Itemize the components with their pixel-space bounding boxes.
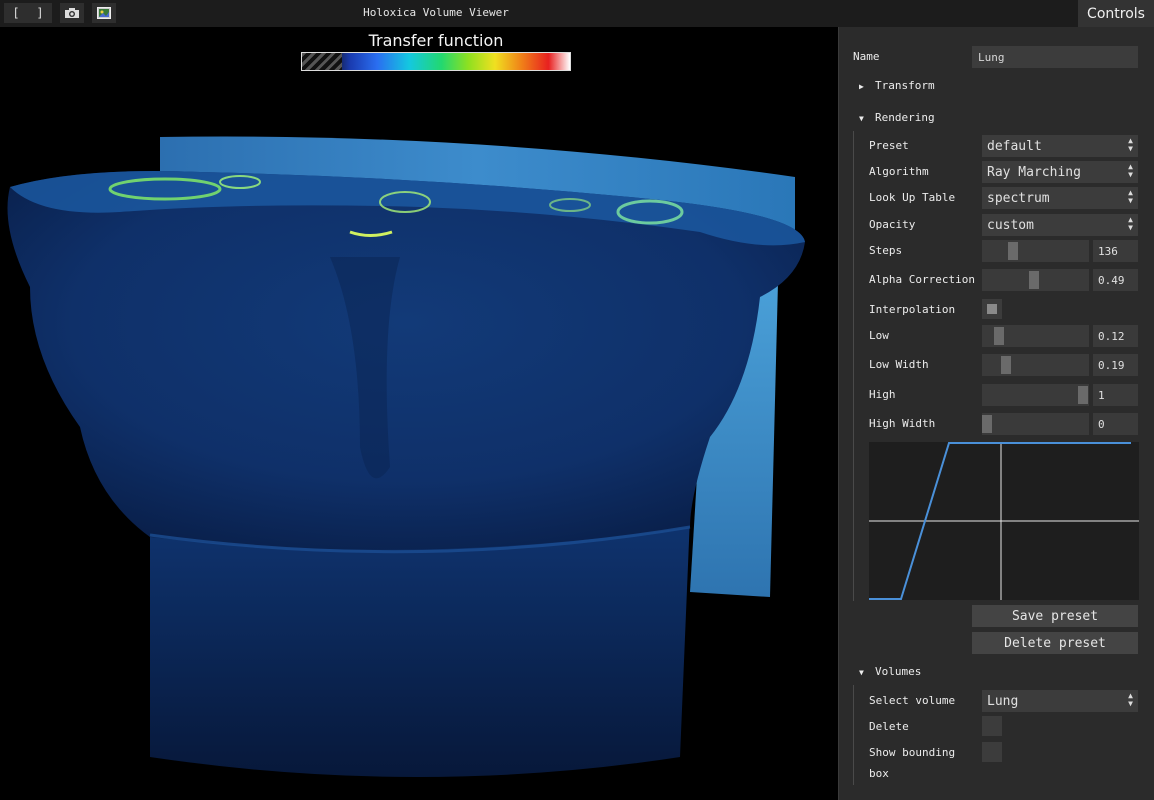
high-value[interactable]: 1	[1093, 384, 1138, 406]
name-label: Name	[853, 50, 880, 63]
transfer-function-title: Transfer function	[368, 31, 504, 50]
slider-knob[interactable]	[982, 415, 992, 433]
alpha-correction-label: Alpha Correction	[869, 273, 975, 286]
alpha-correction-slider[interactable]	[982, 269, 1089, 291]
preset-label: Preset	[869, 139, 909, 152]
name-field[interactable]: Lung	[972, 46, 1138, 68]
opacity-curve-svg	[869, 442, 1139, 600]
algorithm-label: Algorithm	[869, 165, 929, 178]
lut-select[interactable]: spectrum ▲ ▼	[982, 187, 1138, 209]
controls-tab[interactable]: Controls	[1078, 0, 1154, 27]
slider-knob[interactable]	[994, 327, 1004, 345]
opacity-value: custom	[987, 217, 1034, 233]
delete-volume-button[interactable]	[982, 716, 1002, 736]
interpolation-checkbox[interactable]	[982, 299, 1002, 319]
high-width-label: High Width	[869, 417, 936, 430]
low-width-label: Low Width	[869, 358, 929, 371]
opacity-curve-graph[interactable]	[869, 442, 1139, 600]
lut-label: Look Up Table	[869, 191, 956, 204]
transform-section[interactable]: ▶ Transform	[859, 79, 935, 92]
app-title: Holoxica Volume Viewer	[363, 6, 509, 19]
steps-value[interactable]: 136	[1093, 240, 1138, 262]
controls-panel: Name Lung ▶ Transform ▼ Rendering Preset d…	[838, 27, 1154, 800]
opacity-label: Opacity	[869, 218, 916, 231]
low-slider[interactable]	[982, 325, 1089, 347]
opacity-select[interactable]: custom ▲ ▼	[982, 214, 1138, 236]
select-arrows-icon: ▲ ▼	[1128, 691, 1133, 708]
delete-volume-label: Delete	[869, 720, 909, 733]
collapse-down-icon: ▼	[859, 114, 864, 123]
select-arrows-icon: ▲ ▼	[1128, 215, 1133, 232]
alpha-correction-value[interactable]: 0.49	[1093, 269, 1138, 291]
volume-render	[7, 136, 805, 777]
select-arrows-icon: ▲ ▼	[1128, 188, 1133, 205]
steps-slider[interactable]	[982, 240, 1089, 262]
rendering-label: Rendering	[875, 111, 935, 124]
algorithm-select[interactable]: Ray Marching ▲ ▼	[982, 161, 1138, 183]
select-volume-label: Select volume	[869, 694, 956, 707]
low-width-value[interactable]: 0.19	[1093, 354, 1138, 376]
volumes-section[interactable]: ▼ Volumes	[859, 665, 921, 678]
expand-right-icon: ▶	[859, 82, 864, 91]
high-width-slider[interactable]	[982, 413, 1089, 435]
show-bbox-label-2: box	[869, 767, 889, 780]
select-volume-value: Lung	[987, 693, 1019, 709]
save-preset-button[interactable]: Save preset	[972, 605, 1138, 627]
rendering-indent-line	[853, 131, 854, 601]
slider-knob[interactable]	[1001, 356, 1011, 374]
slider-knob[interactable]	[1008, 242, 1018, 260]
slider-knob[interactable]	[1078, 386, 1088, 404]
volume-viewport[interactable]: Transfer function	[0, 27, 838, 800]
delete-preset-button[interactable]: Delete preset	[972, 632, 1138, 654]
low-label: Low	[869, 329, 889, 342]
high-slider[interactable]	[982, 384, 1089, 406]
volumes-label: Volumes	[875, 665, 922, 678]
high-label: High	[869, 388, 896, 401]
transform-label: Transform	[875, 79, 935, 92]
select-volume-select[interactable]: Lung ▲ ▼	[982, 690, 1138, 712]
select-arrows-icon: ▲ ▼	[1128, 162, 1133, 179]
show-bbox-label-1: Show bounding	[869, 746, 956, 759]
high-width-value[interactable]: 0	[1093, 413, 1138, 435]
algorithm-value: Ray Marching	[987, 164, 1081, 180]
show-bounding-box-checkbox[interactable]	[982, 742, 1002, 762]
interpolation-label: Interpolation	[869, 303, 956, 316]
steps-label: Steps	[869, 244, 903, 257]
collapse-down-icon: ▼	[859, 668, 864, 677]
slider-knob[interactable]	[1029, 271, 1039, 289]
rendering-section[interactable]: ▼ Rendering	[859, 111, 935, 124]
low-value[interactable]: 0.12	[1093, 325, 1138, 347]
volumes-indent-line	[853, 685, 854, 785]
title-bar: [ ] Holoxica Volume Viewer Controls	[0, 0, 1154, 27]
select-arrows-icon: ▲ ▼	[1128, 136, 1133, 153]
low-width-slider[interactable]	[982, 354, 1089, 376]
transfer-function-transparent-region	[302, 53, 342, 70]
lut-value: spectrum	[987, 190, 1050, 206]
lower-volume	[150, 517, 690, 777]
preset-select[interactable]: default ▲ ▼	[982, 135, 1138, 157]
preset-value: default	[987, 138, 1042, 154]
